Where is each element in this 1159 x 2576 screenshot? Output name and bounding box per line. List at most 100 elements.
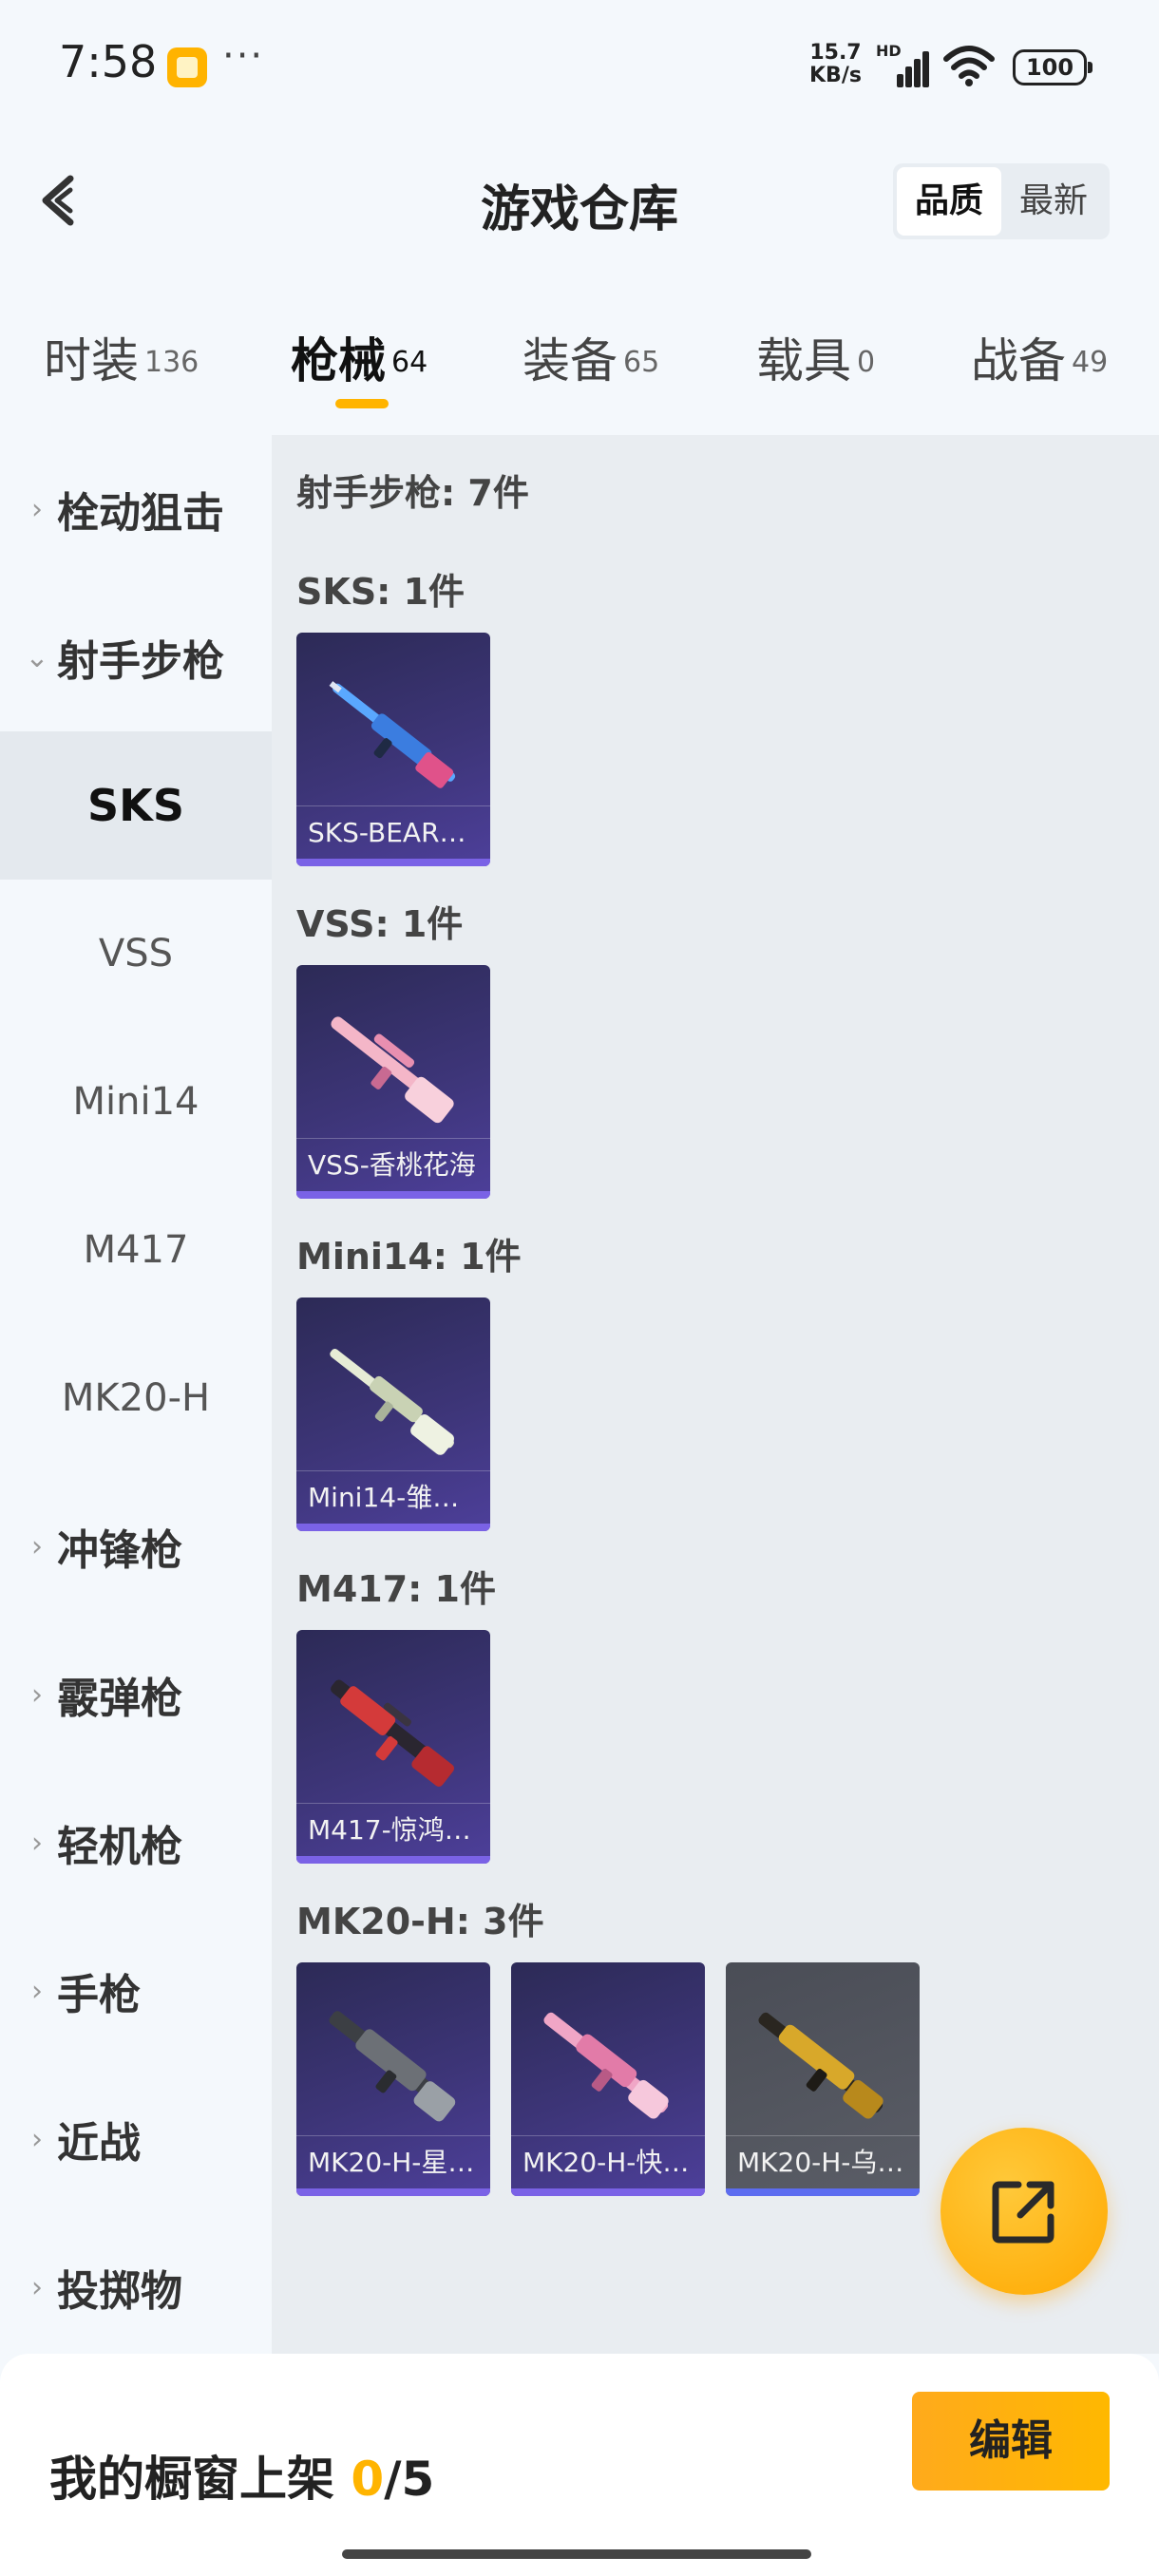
sidebar-item-label: 射手步枪 bbox=[57, 637, 224, 686]
group-title: VSS: 1件 bbox=[296, 903, 464, 945]
sidebar-item-lmg[interactable]: › 轻机枪 bbox=[0, 1769, 272, 1917]
sidebar-subitem-mini14[interactable]: Mini14 bbox=[0, 1028, 272, 1176]
chevron-right-icon: › bbox=[31, 2122, 43, 2156]
share-button[interactable] bbox=[940, 2128, 1108, 2295]
wifi-icon bbox=[943, 46, 995, 86]
home-indicator[interactable] bbox=[342, 2549, 811, 2559]
weapon-card[interactable]: VSS-香桃花海 bbox=[296, 965, 490, 1199]
weapon-card[interactable]: Mini14-雏菊花环 bbox=[296, 1297, 490, 1531]
tab-label: 时装 bbox=[44, 333, 139, 388]
rifle-pink-icon bbox=[543, 2012, 669, 2119]
showcase-current-count: 0 bbox=[351, 2452, 385, 2507]
weapon-card[interactable]: SKS-BEARBRICK™ Mys… bbox=[296, 633, 490, 866]
sidebar-item-smg[interactable]: › 冲锋枪 bbox=[0, 1472, 272, 1620]
status-time: 7:58 bbox=[59, 36, 158, 87]
tab-count: 64 bbox=[391, 345, 428, 379]
weapon-card[interactable]: M417-惊鸿一瞥 bbox=[296, 1630, 490, 1864]
network-speed-unit: KB/s bbox=[809, 64, 862, 87]
group-title: Mini14: 1件 bbox=[296, 1236, 522, 1278]
sidebar-subitem-mk20h[interactable]: MK20-H bbox=[0, 1324, 272, 1472]
sidebar-item-shotgun[interactable]: › 霰弹枪 bbox=[0, 1620, 272, 1769]
chevron-right-icon: › bbox=[31, 1974, 43, 2008]
network-speed-value: 15.7 bbox=[809, 41, 862, 65]
sidebar-item-label: 投掷物 bbox=[57, 2267, 182, 2316]
sidebar-item-label: 霰弹枪 bbox=[57, 1675, 182, 1723]
showcase-status: 我的橱窗上架 0/5 bbox=[49, 2441, 434, 2510]
sidebar-item-label: 手枪 bbox=[57, 1971, 141, 2019]
weapon-card-name: MK20-H-快乐萌宠 bbox=[511, 2135, 705, 2188]
rifle-blue-icon bbox=[329, 681, 456, 788]
showcase-total-count: /5 bbox=[384, 2452, 435, 2507]
bottom-bar: 我的橱窗上架 0/5 编辑 bbox=[0, 2354, 1159, 2576]
section-title: 射手步枪: 7件 bbox=[296, 472, 529, 514]
category-tabs: 时装 136 枪械 64 装备 65 载具 0 战备 49 bbox=[0, 304, 1159, 418]
sidebar-item-dmr[interactable]: ⌄ 射手步枪 bbox=[0, 583, 272, 731]
weapon-card-name: MK20-H-乌金战神 bbox=[726, 2135, 920, 2188]
tab-count: 136 bbox=[144, 345, 200, 379]
tab-count: 49 bbox=[1072, 345, 1109, 379]
sidebar-subitem-sks[interactable]: SKS bbox=[0, 731, 272, 880]
weapon-card-name: M417-惊鸿一瞥 bbox=[296, 1803, 490, 1856]
showcase-label: 我的橱窗上架 bbox=[49, 2452, 334, 2507]
edit-button[interactable]: 编辑 bbox=[912, 2392, 1110, 2491]
back-button[interactable] bbox=[28, 167, 95, 234]
sort-latest-button[interactable]: 最新 bbox=[1001, 167, 1106, 236]
tab-label: 载具 bbox=[756, 333, 851, 388]
tab-outfits[interactable]: 时装 136 bbox=[44, 323, 199, 408]
weapon-card-name: MK20-H-星际战士 bbox=[296, 2135, 490, 2188]
rifle-red-icon bbox=[331, 1679, 455, 1787]
group-title: SKS: 1件 bbox=[296, 571, 466, 613]
status-bar: 7:58 ··· 15.7 KB/s HD 100 bbox=[0, 0, 1159, 133]
sort-quality-button[interactable]: 品质 bbox=[897, 167, 1001, 236]
group-title: M417: 1件 bbox=[296, 1568, 497, 1610]
sidebar-item-label: 冲锋枪 bbox=[57, 1526, 182, 1575]
tab-combat-gear[interactable]: 战备 49 bbox=[971, 323, 1108, 408]
chevron-right-icon: › bbox=[31, 1826, 43, 1860]
sidebar-item-label: 近战 bbox=[57, 2119, 141, 2168]
chevron-right-icon: › bbox=[31, 492, 43, 526]
chevron-right-icon: › bbox=[31, 1677, 43, 1712]
battery-icon: 100 bbox=[1013, 49, 1092, 85]
sidebar-item-label: 轻机枪 bbox=[57, 1823, 182, 1871]
hd-badge: HD bbox=[876, 42, 902, 60]
sidebar-item-throwables[interactable]: › 投掷物 bbox=[0, 2213, 272, 2361]
header: 游戏仓库 品质 最新 bbox=[0, 142, 1159, 256]
rifle-white-icon bbox=[330, 1348, 454, 1455]
rifle-gold-icon bbox=[758, 2012, 884, 2119]
share-icon bbox=[992, 2181, 1054, 2244]
sidebar-item-label: 栓动狙击 bbox=[57, 489, 224, 538]
tab-count: 65 bbox=[623, 345, 660, 379]
sidebar-item-melee[interactable]: › 近战 bbox=[0, 2065, 272, 2213]
tab-guns[interactable]: 枪械 64 bbox=[291, 323, 428, 408]
tab-vehicles[interactable]: 载具 0 bbox=[756, 323, 875, 408]
sidebar: › 栓动狙击 ⌄ 射手步枪 SKS VSS Mini14 M417 MK20-H… bbox=[0, 435, 272, 2354]
sidebar-item-pistol[interactable]: › 手枪 bbox=[0, 1917, 272, 2065]
chevron-right-icon: › bbox=[31, 2270, 43, 2304]
cellular-signal-icon: HD bbox=[876, 42, 929, 87]
weapon-card-name: SKS-BEARBRICK™ Mys… bbox=[296, 805, 490, 859]
inventory-content: 射手步枪: 7件 SKS: 1件 SKS-BEARBRICK™ Mys… VSS… bbox=[272, 435, 1159, 2354]
sidebar-item-bolt-sniper[interactable]: › 栓动狙击 bbox=[0, 435, 272, 583]
weapon-card[interactable]: MK20-H-乌金战神 bbox=[726, 1962, 920, 2196]
group-title: MK20-H: 3件 bbox=[296, 1901, 544, 1942]
tab-label: 枪械 bbox=[291, 333, 386, 388]
more-notifications-icon: ··· bbox=[222, 34, 265, 78]
tab-equipment[interactable]: 装备 65 bbox=[522, 323, 659, 408]
weapon-card-name: VSS-香桃花海 bbox=[296, 1138, 490, 1191]
rifle-pink-icon bbox=[331, 1016, 454, 1124]
weapon-card[interactable]: MK20-H-快乐萌宠 bbox=[511, 1962, 705, 2196]
tab-label: 战备 bbox=[971, 333, 1066, 388]
active-tab-indicator bbox=[335, 399, 389, 408]
sort-toggle: 品质 最新 bbox=[893, 163, 1110, 239]
network-speed: 15.7 KB/s bbox=[809, 42, 862, 87]
tab-count: 0 bbox=[857, 345, 876, 379]
tab-label: 装备 bbox=[522, 333, 618, 388]
notification-app-icon bbox=[167, 47, 207, 87]
weapon-card[interactable]: MK20-H-星际战士 bbox=[296, 1962, 490, 2196]
chevron-down-icon: ⌄ bbox=[25, 640, 49, 674]
sidebar-subitem-vss[interactable]: VSS bbox=[0, 880, 272, 1028]
sidebar-subitem-m417[interactable]: M417 bbox=[0, 1176, 272, 1324]
weapon-card-name: Mini14-雏菊花环 bbox=[296, 1470, 490, 1524]
chevron-right-icon: › bbox=[31, 1529, 43, 1563]
rifle-gray-icon bbox=[329, 2011, 456, 2122]
